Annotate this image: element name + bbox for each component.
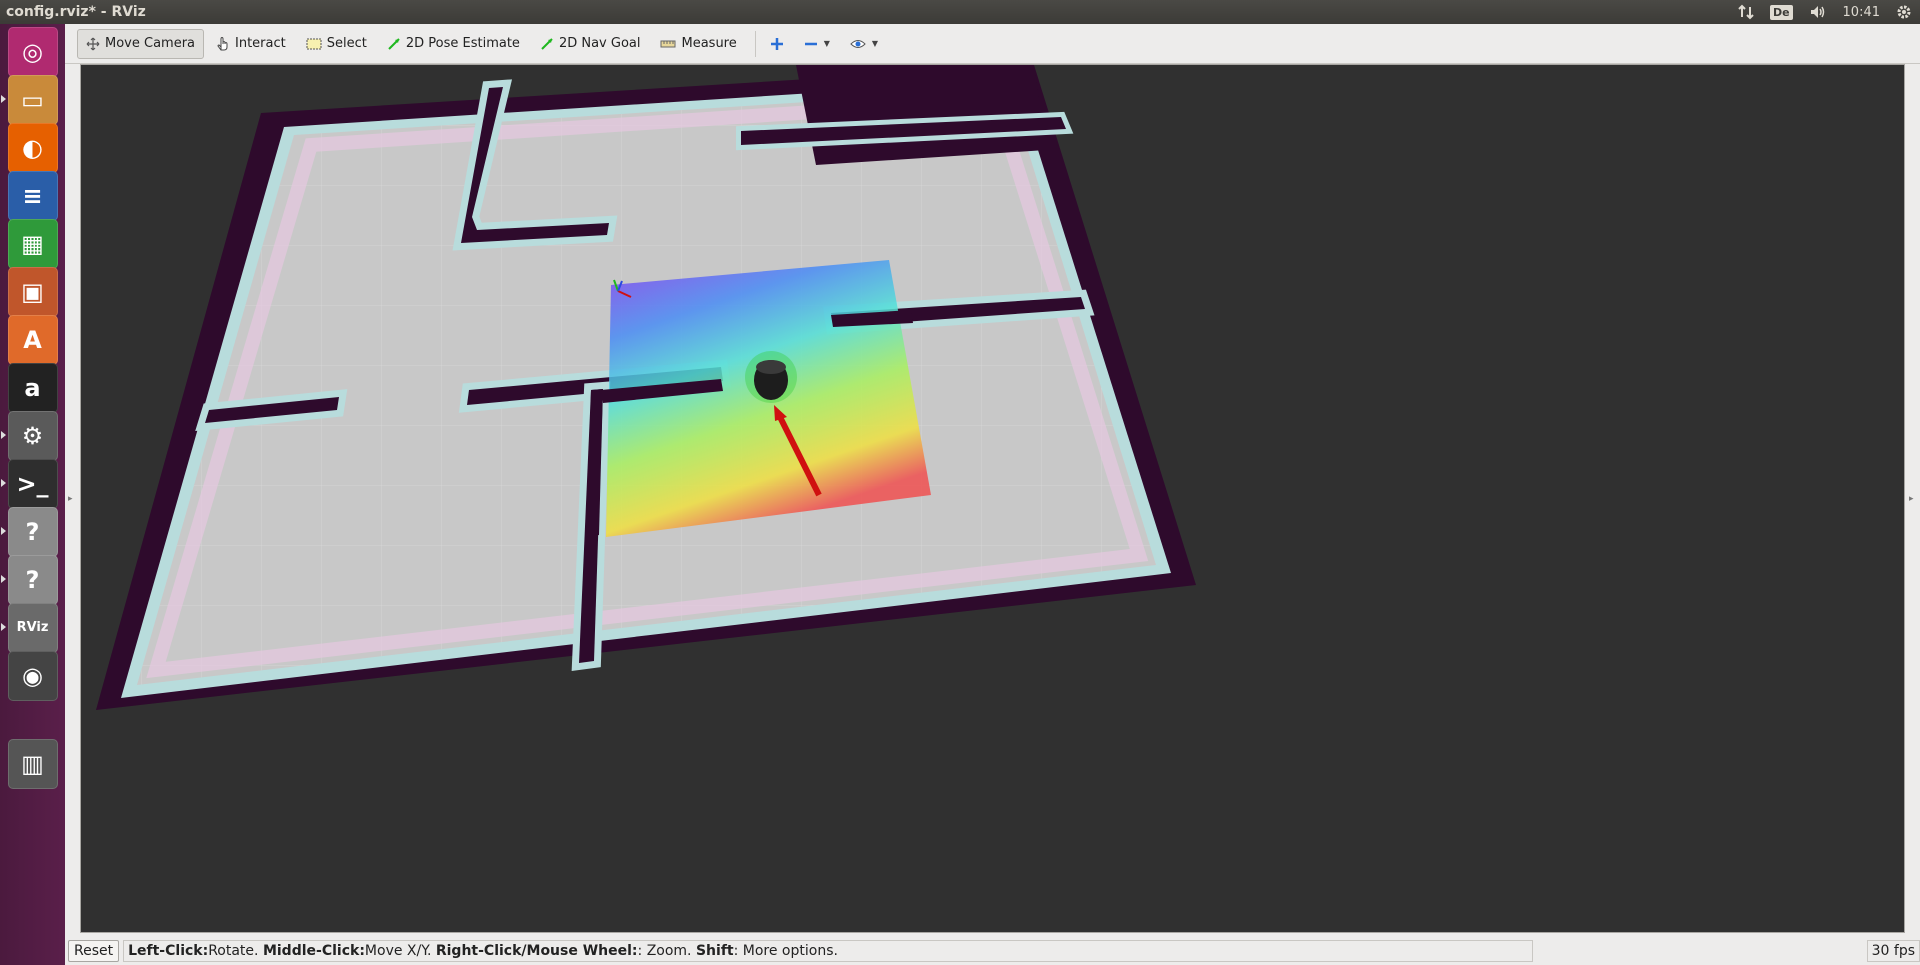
running-indicator [1, 479, 6, 487]
right-dock-toggle[interactable]: ▸ [1906, 64, 1920, 933]
remove-tool-button[interactable]: ▼ [796, 29, 838, 59]
expand-left-icon: ▸ [68, 494, 73, 504]
interact-label: Interact [235, 36, 286, 51]
interact-tool[interactable]: Interact [208, 29, 294, 59]
files-icon: ▭ [7, 74, 58, 125]
launcher-firefox[interactable]: ◐ [6, 121, 59, 174]
map-scene [96, 65, 1196, 710]
status-bar: Reset Left-Click: Rotate. Middle-Click: … [65, 936, 1920, 965]
dropdown-arrow-icon: ▼ [823, 39, 830, 48]
network-icon[interactable] [1730, 0, 1762, 24]
running-indicator [1, 431, 6, 439]
green-arrow-icon [388, 37, 400, 50]
add-tool-button[interactable] [762, 29, 792, 59]
launcher-writer[interactable]: ≡ [6, 169, 59, 222]
help-key-left-click: Left-Click: [128, 942, 209, 959]
launcher-calc[interactable]: ▦ [6, 217, 59, 270]
launcher-unknown-app[interactable]: ? [1, 553, 59, 606]
view-tool-button[interactable]: ▼ [842, 29, 886, 59]
move-camera-label: Move Camera [105, 36, 196, 51]
firefox-icon: ◐ [7, 122, 58, 173]
system-settings-icon: ⚙ [7, 410, 58, 461]
launcher-system-settings[interactable]: ⚙ [1, 409, 59, 462]
pose-estimate-label: 2D Pose Estimate [405, 36, 520, 51]
launcher-software-center[interactable]: A [6, 313, 59, 366]
launcher-dvd[interactable]: ◉ [6, 649, 59, 702]
select-label: Select [326, 36, 367, 51]
launcher-unknown-app[interactable]: ? [1, 505, 59, 558]
ubuntu-dash-icon: ◎ [7, 26, 58, 77]
help-desc-more: : More options. [733, 942, 838, 959]
help-key-middle-click: Middle-Click: [262, 942, 365, 959]
launcher-rviz[interactable]: RViz [1, 601, 59, 654]
help-key-shift: Shift [695, 942, 734, 959]
reset-button[interactable]: Reset [68, 939, 120, 962]
launcher-terminal[interactable]: >_ [1, 457, 59, 510]
nav-goal-label: 2D Nav Goal [558, 36, 641, 51]
running-indicator [1, 95, 6, 103]
3d-render-viewport[interactable] [80, 64, 1905, 933]
launcher-amazon[interactable]: a [6, 361, 59, 414]
launcher-trash[interactable]: ▥ [6, 737, 59, 790]
dropdown-arrow-icon: ▼ [871, 39, 879, 48]
volume-icon[interactable] [1801, 0, 1835, 24]
software-center-icon: A [7, 314, 58, 365]
move-camera-icon [86, 37, 100, 50]
window-title: config.rviz* - RViz [6, 4, 146, 20]
toolbar-separator [754, 30, 756, 57]
rviz-window: Move Camera Interact Select 2D Pose Esti… [65, 24, 1920, 965]
select-tool[interactable]: Select [298, 29, 375, 59]
left-dock-toggle[interactable]: ▸ [65, 64, 79, 933]
move-camera-tool[interactable]: Move Camera [77, 28, 205, 59]
robot-model [745, 351, 797, 403]
running-indicator [1, 623, 6, 631]
help-desc-move: Move X/Y. [364, 942, 432, 959]
help-desc-rotate: Rotate. [208, 942, 259, 959]
ruler-icon [660, 40, 676, 47]
fps-counter: 30 fps [1866, 939, 1920, 962]
terminal-icon: >_ [7, 458, 58, 509]
eye-icon [850, 39, 866, 48]
launcher-ubuntu-dash[interactable]: ◎ [6, 25, 59, 78]
select-rect-icon [306, 38, 322, 49]
calc-icon: ▦ [7, 218, 58, 269]
nav-goal-tool[interactable]: 2D Nav Goal [532, 29, 649, 59]
pose-estimate-tool[interactable]: 2D Pose Estimate [379, 29, 528, 59]
amazon-icon: a [7, 362, 58, 413]
session-gear-icon[interactable] [1888, 0, 1920, 24]
top-panel: config.rviz* - RViz De 10:41 [0, 0, 1920, 24]
keyboard-layout-indicator[interactable]: De [1762, 0, 1801, 24]
launcher-impress[interactable]: ▣ [6, 265, 59, 318]
measure-tool[interactable]: Measure [652, 29, 744, 59]
rviz-toolbar: Move Camera Interact Select 2D Pose Esti… [65, 24, 1920, 64]
launcher-files[interactable]: ▭ [1, 73, 59, 126]
unknown-app-icon: ? [7, 554, 58, 605]
dvd-icon: ◉ [7, 650, 58, 701]
rviz-icon: RViz [7, 602, 58, 653]
trash-icon: ▥ [7, 738, 58, 789]
launcher: ◎ ▭ ◐ ≡ ▦ ▣ Aa ⚙ >_?? RViz ◉ ▥ [0, 24, 65, 965]
minus-icon [804, 42, 817, 45]
help-key-right-click: Right-Click/Mouse Wheel: [435, 942, 638, 959]
green-arrow-icon [541, 37, 553, 50]
clock[interactable]: 10:41 [1835, 0, 1888, 24]
help-text: Left-Click: Rotate. Middle-Click: Move X… [123, 939, 1534, 962]
plus-icon [770, 37, 783, 50]
help-desc-zoom: : Zoom. [637, 942, 692, 959]
unknown-app-icon: ? [7, 506, 58, 557]
hand-pointer-icon [217, 36, 228, 50]
impress-icon: ▣ [7, 266, 58, 317]
running-indicator [1, 575, 6, 583]
indicator-area: De 10:41 [1730, 0, 1920, 24]
measure-label: Measure [681, 36, 737, 51]
expand-right-icon: ▸ [1909, 494, 1914, 504]
running-indicator [1, 527, 6, 535]
writer-icon: ≡ [7, 170, 58, 221]
